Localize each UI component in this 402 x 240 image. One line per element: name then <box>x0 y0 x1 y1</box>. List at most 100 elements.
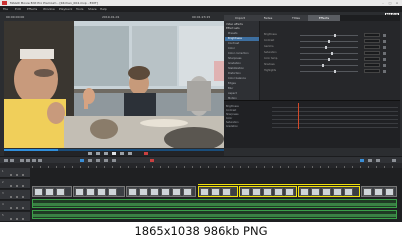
marker-icon[interactable] <box>104 159 108 162</box>
slider-knob[interactable] <box>333 69 336 73</box>
slider-knob[interactable] <box>333 33 336 37</box>
record-icon[interactable] <box>144 152 148 155</box>
maximize-button[interactable]: □ <box>387 1 393 5</box>
slider-value-field[interactable] <box>364 45 380 49</box>
reset-icon[interactable] <box>383 69 386 73</box>
undo-icon[interactable] <box>4 159 8 162</box>
scene-view-icon[interactable] <box>376 159 380 162</box>
play-icon[interactable] <box>112 152 116 155</box>
effect-item[interactable]: Color correction <box>228 52 249 55</box>
keyframe-lane[interactable] <box>272 114 398 116</box>
lock-icon[interactable] <box>22 174 24 176</box>
video-clip[interactable] <box>198 186 238 197</box>
solo-icon[interactable] <box>16 218 18 220</box>
prev-frame-icon[interactable] <box>96 152 100 155</box>
video-clip[interactable] <box>126 186 196 197</box>
effect-item-selected[interactable]: Brightness <box>228 37 242 40</box>
effect-item[interactable]: Distortion <box>228 72 241 75</box>
slider-value-field[interactable] <box>364 57 380 61</box>
next-frame-icon[interactable] <box>120 152 124 155</box>
effect-item[interactable]: Blur <box>228 87 233 90</box>
cut-icon[interactable] <box>26 159 30 162</box>
video-clip[interactable] <box>73 186 125 197</box>
keyframe-lane[interactable] <box>272 118 398 120</box>
skip-back-icon[interactable] <box>88 152 92 155</box>
video-clip[interactable] <box>32 186 72 197</box>
copy-icon[interactable] <box>32 159 36 162</box>
slider-track[interactable] <box>300 70 358 72</box>
mute-icon[interactable] <box>10 207 12 209</box>
solo-icon[interactable] <box>16 196 18 198</box>
paste-icon[interactable] <box>38 159 42 162</box>
reset-icon[interactable] <box>383 63 386 67</box>
effects-subheader[interactable]: Effect sets <box>226 27 240 30</box>
keyframe-lane[interactable] <box>272 110 398 112</box>
minimize-button[interactable]: – <box>380 1 386 5</box>
effect-item[interactable]: Edges <box>228 82 236 85</box>
mute-icon[interactable] <box>10 218 12 220</box>
keyframe-lane[interactable] <box>272 106 398 108</box>
record-mode-icon[interactable] <box>150 159 154 162</box>
mouse-mode-icon[interactable] <box>80 159 84 162</box>
reset-icon[interactable] <box>383 51 386 55</box>
mute-icon[interactable] <box>10 174 12 176</box>
slider-knob[interactable] <box>328 39 330 43</box>
lock-icon[interactable] <box>22 207 24 209</box>
close-button[interactable]: × <box>394 1 400 5</box>
effect-item[interactable]: Aspect <box>228 92 237 95</box>
video-clip[interactable] <box>298 186 360 197</box>
keyframe-lane[interactable] <box>272 122 398 124</box>
keyframe-playhead[interactable] <box>298 103 299 129</box>
menu-edit[interactable]: Edit <box>15 6 21 12</box>
slider-knob[interactable] <box>330 51 333 55</box>
menu-share[interactable]: Share <box>88 6 97 12</box>
menu-file[interactable]: File <box>3 6 8 12</box>
effect-item[interactable]: Presets <box>228 32 237 35</box>
effect-item[interactable]: Color <box>228 47 235 50</box>
video-clip[interactable] <box>361 186 397 197</box>
slider-value-field[interactable] <box>364 51 380 55</box>
slider-value-field[interactable] <box>364 69 380 73</box>
solo-icon[interactable] <box>16 174 18 176</box>
delete-icon[interactable] <box>20 159 24 162</box>
reset-icon[interactable] <box>383 45 386 49</box>
split-icon[interactable] <box>88 159 92 162</box>
lock-icon[interactable] <box>22 218 24 220</box>
effect-item[interactable]: Stabilization <box>228 67 244 70</box>
slider-value-field[interactable] <box>364 33 380 37</box>
menu-effects[interactable]: Effects <box>27 6 37 12</box>
effect-item[interactable]: Sharpness <box>228 57 242 60</box>
slider-track[interactable] <box>300 64 358 66</box>
redo-icon[interactable] <box>10 159 14 162</box>
effect-item[interactable]: Color balance <box>228 77 246 80</box>
mute-icon[interactable] <box>10 185 12 187</box>
slider-value-field[interactable] <box>364 63 380 67</box>
stop-icon[interactable] <box>104 152 108 155</box>
effect-item[interactable]: Gradation <box>228 62 241 65</box>
reset-icon[interactable] <box>383 39 386 43</box>
settings-icon[interactable] <box>392 159 396 162</box>
lock-icon[interactable] <box>22 196 24 198</box>
audio-clip[interactable] <box>32 199 397 208</box>
skip-forward-icon[interactable] <box>128 152 132 155</box>
video-preview[interactable] <box>4 21 224 148</box>
slider-track[interactable] <box>300 46 358 48</box>
solo-icon[interactable] <box>16 185 18 187</box>
progress-track[interactable] <box>4 149 224 151</box>
slider-value-field[interactable] <box>364 39 380 43</box>
group-icon[interactable] <box>112 159 116 162</box>
menu-tools[interactable]: Tools <box>76 6 83 12</box>
reset-icon[interactable] <box>383 33 386 37</box>
video-clip[interactable] <box>239 186 297 197</box>
keyframe-lane[interactable] <box>272 126 398 128</box>
slider-knob[interactable] <box>325 45 328 49</box>
menu-playback[interactable]: Playback <box>59 6 72 12</box>
effect-item[interactable]: Contrast <box>228 42 239 45</box>
storyboard-view-icon[interactable] <box>368 159 372 162</box>
slider-track[interactable] <box>300 34 358 36</box>
effects-header[interactable]: Video effects <box>226 23 243 26</box>
solo-icon[interactable] <box>16 207 18 209</box>
slider-knob[interactable] <box>328 57 330 61</box>
trim-icon[interactable] <box>96 159 100 162</box>
timeline-view-icon[interactable] <box>360 159 364 162</box>
